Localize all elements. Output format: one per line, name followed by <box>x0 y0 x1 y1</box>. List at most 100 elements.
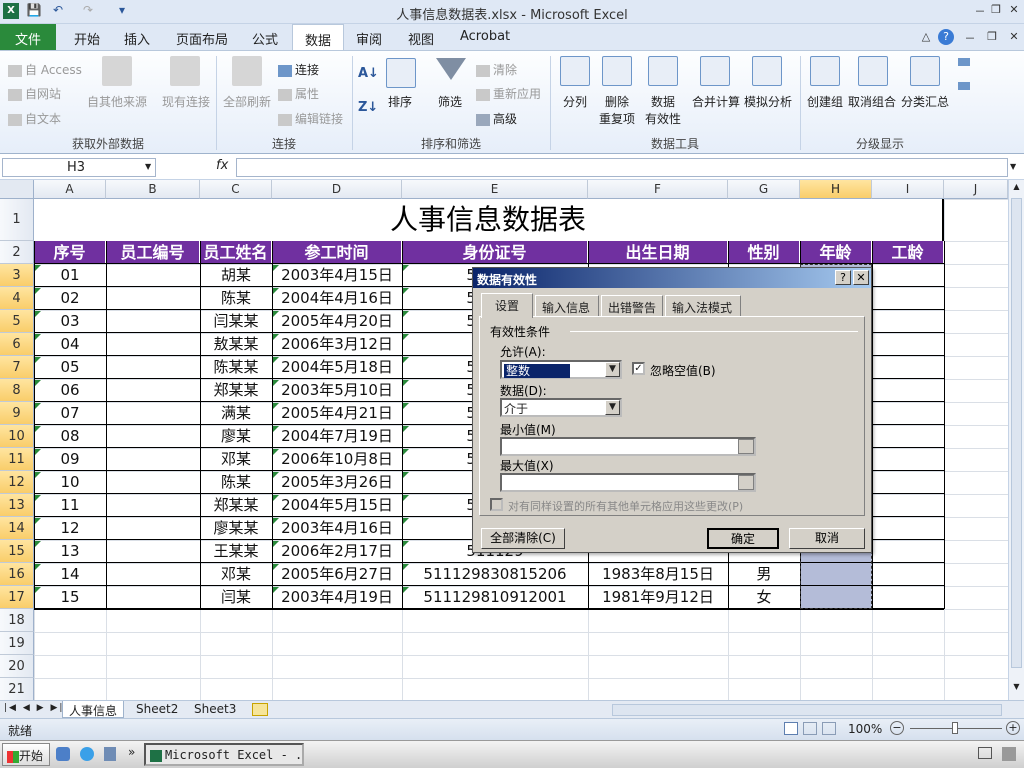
tab-review[interactable]: 审阅 <box>344 24 394 50</box>
table-cell[interactable] <box>872 586 944 609</box>
table-cell[interactable]: 满某 <box>200 402 272 425</box>
ignore-blank-checkbox[interactable]: ✓ <box>632 362 645 375</box>
table-cell[interactable] <box>106 310 200 333</box>
table-cell[interactable]: 陈某 <box>200 471 272 494</box>
row-header-19[interactable]: 19 <box>0 632 34 655</box>
table-header-cell[interactable]: 身份证号 <box>402 241 588 264</box>
refresh-all-button[interactable]: 全部刷新 <box>218 93 276 110</box>
hide-detail-icon[interactable] <box>958 82 970 90</box>
row-header-3[interactable]: 3 <box>0 264 34 287</box>
sheet-tab-sheet2[interactable]: Sheet2 <box>130 701 184 718</box>
vertical-scroll-thumb[interactable] <box>1011 198 1022 668</box>
insert-sheet-icon[interactable] <box>252 703 268 716</box>
table-cell[interactable] <box>106 333 200 356</box>
row-header-21[interactable]: 21 <box>0 678 34 701</box>
row-header-2[interactable]: 2 <box>0 241 34 264</box>
table-cell[interactable]: 廖某 <box>200 425 272 448</box>
ungroup-button[interactable]: 取消组合 <box>846 93 898 110</box>
row-header-6[interactable]: 6 <box>0 333 34 356</box>
row-header-17[interactable]: 17 <box>0 586 34 609</box>
table-cell[interactable] <box>872 494 944 517</box>
close-button[interactable]: ✕ <box>1006 3 1022 19</box>
page-break-view-icon[interactable] <box>822 722 836 735</box>
table-cell[interactable]: 2003年4月15日 <box>272 264 402 287</box>
sheet-tab-personnel[interactable]: 人事信息 <box>62 701 125 718</box>
dialog-tab-ime-mode[interactable]: 输入法模式 <box>665 295 741 317</box>
help-icon[interactable]: ? <box>938 29 954 45</box>
scroll-up-icon[interactable]: ▲ <box>1011 182 1022 194</box>
table-cell[interactable]: 07 <box>34 402 106 425</box>
sheet-title[interactable]: 人事信息数据表 <box>34 199 944 241</box>
table-cell[interactable] <box>872 264 944 287</box>
minimum-input[interactable] <box>500 437 756 456</box>
table-header-cell[interactable]: 序号 <box>34 241 106 264</box>
normal-view-icon[interactable] <box>784 722 798 735</box>
tab-file[interactable]: 文件 <box>0 24 56 50</box>
table-cell[interactable]: 01 <box>34 264 106 287</box>
table-cell[interactable]: 05 <box>34 356 106 379</box>
table-cell[interactable]: 2004年7月19日 <box>272 425 402 448</box>
row-header-20[interactable]: 20 <box>0 655 34 678</box>
internet-explorer-icon[interactable] <box>80 747 94 761</box>
table-cell[interactable] <box>106 264 200 287</box>
allow-dropdown-icon[interactable]: ▼ <box>605 362 620 377</box>
table-cell[interactable] <box>872 333 944 356</box>
consolidate-button[interactable]: 合并计算 <box>690 93 742 110</box>
table-cell[interactable] <box>106 471 200 494</box>
table-cell[interactable]: 王某某 <box>200 540 272 563</box>
keyboard-tray-icon[interactable] <box>978 747 992 759</box>
vertical-scrollbar[interactable]: ▲ ▼ <box>1008 180 1024 700</box>
table-cell[interactable] <box>106 287 200 310</box>
zoom-out-icon[interactable]: − <box>890 721 904 735</box>
table-cell[interactable] <box>106 425 200 448</box>
column-header-f[interactable]: F <box>588 180 728 199</box>
table-cell[interactable] <box>872 471 944 494</box>
table-cell[interactable]: 2004年5月18日 <box>272 356 402 379</box>
clear-filter-button[interactable]: 清除 <box>476 61 517 78</box>
quicklaunch-app-icon[interactable] <box>56 747 70 761</box>
table-cell[interactable]: 511129810912001 <box>402 586 588 609</box>
prev-sheet-icon[interactable]: ◀ <box>23 703 32 713</box>
tab-home[interactable]: 开始 <box>62 24 112 50</box>
sheet-navigation[interactable]: |◀ ◀ ▶ ▶| <box>4 703 64 713</box>
from-text-button[interactable]: 自文本 <box>8 110 61 127</box>
doc-close-button[interactable]: ✕ <box>1006 30 1022 46</box>
table-cell[interactable] <box>106 356 200 379</box>
table-cell[interactable]: 1983年8月15日 <box>588 563 728 586</box>
table-header-cell[interactable]: 工龄 <box>872 241 944 264</box>
table-header-cell[interactable]: 出生日期 <box>588 241 728 264</box>
table-header-cell[interactable]: 性别 <box>728 241 800 264</box>
table-cell[interactable]: 敖某某 <box>200 333 272 356</box>
row-header-5[interactable]: 5 <box>0 310 34 333</box>
table-header-cell[interactable]: 年龄 <box>800 241 872 264</box>
row-header-9[interactable]: 9 <box>0 402 34 425</box>
data-select[interactable]: 介于 ▼ <box>500 398 622 417</box>
properties-button[interactable]: 属性 <box>278 85 319 102</box>
table-cell[interactable]: 闫某某 <box>200 310 272 333</box>
table-cell[interactable] <box>106 494 200 517</box>
media-player-icon[interactable] <box>104 747 116 761</box>
table-cell[interactable] <box>106 540 200 563</box>
horizontal-scrollbar[interactable] <box>612 704 1002 716</box>
from-web-button[interactable]: 自网站 <box>8 85 61 102</box>
doc-restore-button[interactable]: ❐ <box>984 30 1000 46</box>
sort-button[interactable]: 排序 <box>380 93 420 110</box>
subtotal-button[interactable]: 分类汇总 <box>898 93 952 110</box>
column-header-e[interactable]: E <box>402 180 588 199</box>
zoom-level[interactable]: 100% <box>848 722 882 736</box>
from-access-button[interactable]: 自 Access <box>8 61 82 78</box>
tab-formulas[interactable]: 公式 <box>240 24 290 50</box>
edit-links-button[interactable]: 编辑链接 <box>278 110 343 127</box>
table-cell[interactable]: 廖某某 <box>200 517 272 540</box>
table-cell[interactable] <box>872 402 944 425</box>
row-header-15[interactable]: 15 <box>0 540 34 563</box>
table-cell[interactable] <box>106 586 200 609</box>
dialog-tab-input-message[interactable]: 输入信息 <box>535 295 599 317</box>
first-sheet-icon[interactable]: |◀ <box>4 703 18 713</box>
dialog-close-button[interactable]: ✕ <box>853 270 869 285</box>
table-cell[interactable]: 2003年4月16日 <box>272 517 402 540</box>
sort-descending-icon[interactable]: Z↓ <box>358 100 378 115</box>
table-cell[interactable] <box>872 448 944 471</box>
page-layout-view-icon[interactable] <box>803 722 817 735</box>
table-cell[interactable]: 郑某某 <box>200 379 272 402</box>
